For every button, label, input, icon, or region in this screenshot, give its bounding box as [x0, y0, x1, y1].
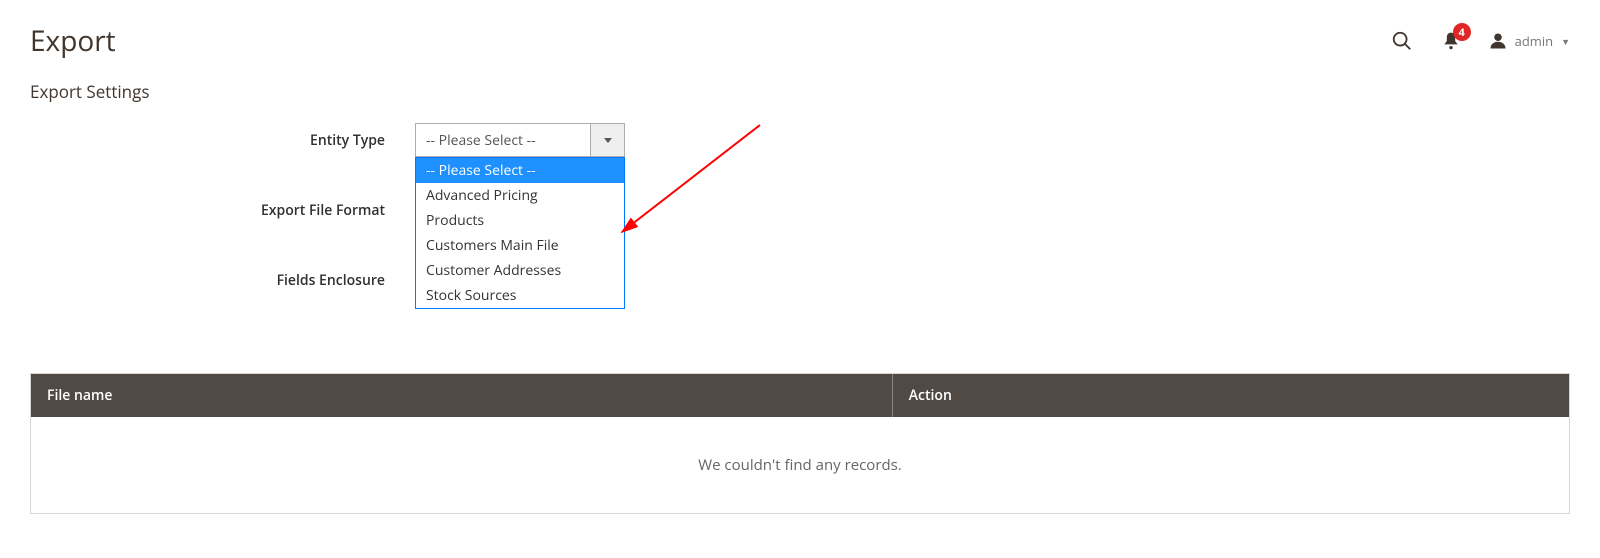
entity-type-option[interactable]: -- Please Select --	[416, 158, 624, 183]
page-title: Export	[30, 22, 116, 60]
export-file-format-label: Export File Format	[30, 193, 415, 220]
entity-type-label: Entity Type	[30, 123, 415, 150]
user-menu[interactable]: admin ▼	[1489, 31, 1570, 51]
chevron-down-icon: ▼	[1561, 35, 1570, 48]
entity-type-value: -- Please Select --	[416, 124, 590, 156]
col-action[interactable]: Action	[892, 374, 1569, 417]
entity-type-dropdown: -- Please Select -- Advanced Pricing Pro…	[415, 157, 625, 309]
entity-type-option[interactable]: Stock Sources	[416, 283, 624, 308]
header-actions: 4 admin ▼	[1391, 30, 1570, 52]
entity-type-option[interactable]: Customers Main File	[416, 233, 624, 258]
entity-type-select[interactable]: -- Please Select -- -- Please Select -- …	[415, 123, 625, 157]
chevron-down-icon	[590, 124, 624, 156]
export-files-table: File name Action We couldn't find any re…	[30, 373, 1570, 514]
export-settings-form: Entity Type -- Please Select -- -- Pleas…	[0, 123, 1600, 373]
entity-type-option[interactable]: Advanced Pricing	[416, 183, 624, 208]
search-icon[interactable]	[1391, 30, 1413, 52]
notification-badge: 4	[1453, 23, 1471, 41]
username: admin	[1515, 32, 1553, 50]
fields-enclosure-label: Fields Enclosure	[30, 263, 415, 290]
section-title: Export Settings	[0, 70, 1600, 123]
notifications-icon[interactable]: 4	[1441, 30, 1461, 52]
table-header-row: File name Action	[31, 374, 1569, 417]
col-filename[interactable]: File name	[31, 374, 892, 417]
entity-type-option[interactable]: Customer Addresses	[416, 258, 624, 283]
empty-message: We couldn't find any records.	[31, 417, 1569, 513]
table-empty-row: We couldn't find any records.	[31, 417, 1569, 513]
entity-type-option[interactable]: Products	[416, 208, 624, 233]
user-icon	[1489, 31, 1507, 51]
